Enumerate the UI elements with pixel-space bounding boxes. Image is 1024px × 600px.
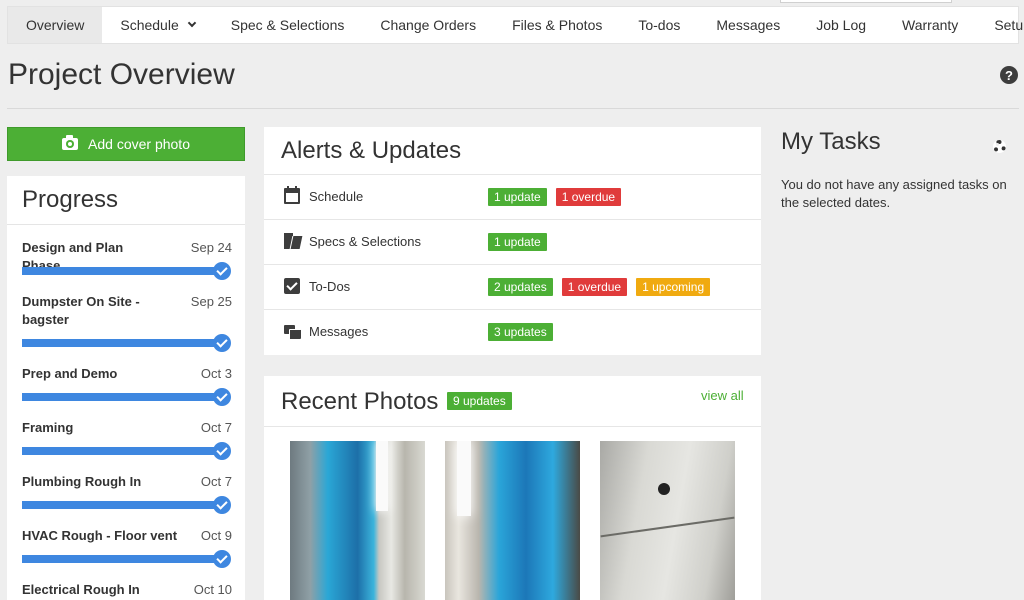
tab-setup[interactable]: Setup — [976, 7, 1024, 43]
alerts-card: Alerts & Updates Schedule 1 update 1 ove… — [264, 127, 761, 355]
progress-phase[interactable]: Plumbing Rough In Oct 7 — [22, 473, 232, 514]
tab-todos[interactable]: To-dos — [620, 7, 698, 43]
alert-badges: 2 updates 1 overdue 1 upcoming — [488, 277, 711, 296]
chat-icon — [284, 323, 301, 339]
check-circle-icon — [213, 262, 231, 280]
check-circle-icon — [213, 388, 231, 406]
recent-photos-card: Recent Photos 9 updates view all — [264, 376, 761, 600]
tab-schedule[interactable]: Schedule — [102, 7, 212, 43]
photos-divider — [264, 426, 761, 427]
header-divider — [7, 108, 1019, 109]
phase-name: Prep and Demo — [22, 366, 118, 381]
tab-files-photos[interactable]: Files & Photos — [494, 7, 620, 43]
photo-thumbnail[interactable] — [290, 441, 425, 600]
phase-progress-bar — [22, 501, 222, 509]
progress-phase[interactable]: Electrical Rough In Oct 10 — [22, 581, 232, 599]
swatch-icon — [284, 233, 300, 249]
check-circle-icon — [213, 442, 231, 460]
phase-date: Oct 7 — [200, 420, 232, 435]
alert-row-messages[interactable]: Messages 3 updates — [264, 309, 761, 354]
status-badge[interactable]: 1 update — [488, 187, 547, 206]
project-tabs: Overview Schedule Spec & Selections Chan… — [7, 6, 1024, 44]
alerts-title: Alerts & Updates — [281, 137, 462, 164]
alert-badges: 1 update 1 overdue — [488, 187, 622, 206]
phase-progress-bar — [22, 447, 222, 455]
phase-name: Dumpster On Site - bagster — [22, 294, 140, 327]
phase-date: Oct 9 — [200, 528, 232, 543]
gear-icon[interactable] — [993, 140, 1006, 153]
phase-date: Sep 24 — [190, 240, 232, 255]
phase-progress-bar — [22, 339, 222, 347]
progress-phase[interactable]: Design and Plan Phase Sep 24 — [22, 239, 232, 280]
check-circle-icon — [213, 496, 231, 514]
tab-overview[interactable]: Overview — [8, 7, 103, 43]
my-tasks-title: My Tasks — [781, 128, 881, 155]
status-badge[interactable]: 2 updates — [488, 277, 553, 296]
alert-badges: 1 update — [488, 232, 547, 251]
alert-row-specs[interactable]: Specs & Selections 1 update — [264, 219, 761, 264]
page-title: Project Overview — [8, 58, 235, 91]
progress-phase[interactable]: Prep and Demo Oct 3 — [22, 365, 232, 406]
photos-update-badge: 9 updates — [447, 392, 512, 410]
progress-card: Progress Design and Plan Phase Sep 24 Du… — [7, 176, 245, 600]
progress-phase[interactable]: HVAC Rough - Floor vent Oct 9 — [22, 527, 232, 568]
phase-progress-bar — [22, 555, 222, 563]
tab-messages[interactable]: Messages — [698, 7, 798, 43]
progress-phase[interactable]: Dumpster On Site - bagster Sep 25 — [22, 293, 232, 352]
view-all-link[interactable]: view all — [701, 388, 744, 403]
photo-thumbnail[interactable] — [600, 441, 735, 600]
progress-title: Progress — [22, 186, 119, 213]
photo-thumbnail[interactable] — [445, 441, 580, 600]
phase-name: HVAC Rough - Floor vent — [22, 528, 178, 543]
add-cover-photo-button[interactable]: Add cover photo — [7, 127, 245, 161]
calendar-icon — [284, 186, 300, 204]
tab-spec-selections[interactable]: Spec & Selections — [213, 7, 363, 43]
phase-date: Oct 10 — [193, 582, 232, 597]
chevron-down-icon — [187, 18, 196, 28]
phase-progress-bar — [22, 267, 222, 275]
check-circle-icon — [213, 550, 231, 568]
top-search-fragment — [780, 0, 952, 3]
alert-label: Schedule — [309, 189, 364, 204]
alert-label: To-Dos — [309, 279, 351, 294]
alert-badges: 3 updates — [488, 322, 553, 341]
phase-date: Sep 25 — [190, 294, 232, 309]
status-badge[interactable]: 3 updates — [488, 322, 553, 341]
phase-progress-bar — [22, 393, 222, 401]
status-badge[interactable]: 1 overdue — [555, 187, 622, 206]
status-badge[interactable]: 1 update — [488, 232, 547, 251]
camera-icon — [62, 135, 79, 150]
tab-job-log[interactable]: Job Log — [798, 7, 884, 43]
alert-label: Messages — [309, 324, 369, 339]
status-badge[interactable]: 1 upcoming — [636, 277, 711, 296]
check-circle-icon — [213, 334, 231, 352]
tab-change-orders[interactable]: Change Orders — [362, 7, 494, 43]
alert-label: Specs & Selections — [309, 234, 422, 249]
progress-phase[interactable]: Framing Oct 7 — [22, 419, 232, 460]
tasks-empty-text: You do not have any assigned tasks on th… — [781, 177, 1007, 210]
progress-divider — [7, 224, 245, 225]
photos-title: Recent Photos — [281, 388, 439, 415]
phase-name: Plumbing Rough In — [22, 474, 142, 489]
phase-date: Oct 7 — [200, 474, 232, 489]
phase-name: Framing — [22, 420, 74, 435]
help-icon[interactable]: ? — [1000, 66, 1018, 84]
checkbox-icon — [284, 278, 300, 294]
phase-date: Oct 3 — [200, 366, 232, 381]
status-badge[interactable]: 1 overdue — [561, 277, 628, 296]
alert-row-schedule[interactable]: Schedule 1 update 1 overdue — [264, 174, 761, 219]
tab-warranty[interactable]: Warranty — [884, 7, 976, 43]
phase-name: Electrical Rough In — [22, 582, 140, 597]
alert-row-todos[interactable]: To-Dos 2 updates 1 overdue 1 upcoming — [264, 264, 761, 309]
